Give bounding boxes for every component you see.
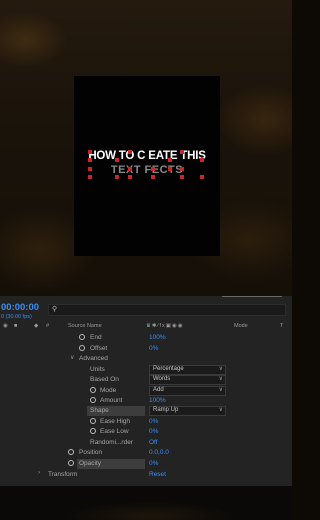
property-row-position[interactable]: Position 0.0,0.0 <box>0 448 292 458</box>
fps-label: 0 (30.00 fps) <box>1 314 32 320</box>
property-row-transform[interactable]: › Transform Reset <box>0 470 292 480</box>
property-row-units[interactable]: Units Percentage ∨ <box>0 365 292 375</box>
switches-icons[interactable]: ♛✱⁄fx▣◉◉ <box>146 323 184 329</box>
randomize-order-value[interactable]: Off <box>149 439 158 446</box>
advanced-label: Advanced <box>79 355 108 362</box>
property-row-amount[interactable]: Amount 100% <box>0 396 292 406</box>
glitch-mark <box>180 175 184 179</box>
offset-label: Offset <box>90 345 108 352</box>
property-row-offset[interactable]: Offset 0% <box>0 344 292 354</box>
timeline-panel: 00:00:00 0 (30.00 fps) ⚲ ◉ ■ ◆ # Source … <box>0 296 292 486</box>
source-name-header[interactable]: Source Name <box>68 323 102 329</box>
position-label: Position <box>79 449 103 456</box>
column-header-row: ◉ ■ ◆ # Source Name ♛✱⁄fx▣◉◉ Mode T <box>0 323 292 332</box>
ease-low-label: Ease Low <box>100 428 129 435</box>
glitch-mark <box>88 175 92 179</box>
background-glow <box>0 486 292 520</box>
transform-reset-link[interactable]: Reset <box>149 471 166 478</box>
glitch-mark <box>180 167 184 171</box>
stopwatch-icon[interactable] <box>79 334 85 340</box>
property-row-based-on[interactable]: Based On Words ∨ <box>0 375 292 385</box>
shape-dropdown[interactable]: Ramp Up ∨ <box>149 406 226 416</box>
property-row-ease-low[interactable]: Ease Low 0% <box>0 427 292 437</box>
ease-high-value[interactable]: 0% <box>149 418 158 425</box>
preview-title-line1: HOW TO C EATE THIS <box>88 150 206 162</box>
based-on-dropdown-value: Words <box>153 376 171 382</box>
glitch-mark <box>151 167 155 171</box>
chevron-down-icon[interactable]: ∨ <box>70 354 74 361</box>
opacity-label: Opacity <box>79 460 102 467</box>
stopwatch-icon[interactable] <box>90 397 96 403</box>
glitch-mark <box>200 175 204 179</box>
video-background-bottom <box>0 486 292 520</box>
property-row-opacity[interactable]: Opacity 0% <box>0 459 292 469</box>
search-icon: ⚲ <box>52 306 58 313</box>
mode-header[interactable]: Mode <box>234 323 248 329</box>
units-dropdown[interactable]: Percentage ∨ <box>149 365 226 375</box>
end-label: End <box>90 334 102 341</box>
property-row-shape[interactable]: Shape Ramp Up ∨ <box>0 406 292 416</box>
glitch-mark <box>128 150 132 154</box>
timecode-display[interactable]: 00:00:00 <box>1 302 39 313</box>
chevron-down-icon: ∨ <box>218 376 223 382</box>
glitch-mark <box>168 158 172 162</box>
amount-value[interactable]: 100% <box>149 397 166 404</box>
glitch-mark <box>128 175 132 179</box>
glitch-mark <box>168 167 172 171</box>
ease-high-label: Ease High <box>100 418 130 425</box>
chevron-down-icon: ∨ <box>218 387 223 393</box>
label-tag-icon[interactable]: ◆ <box>34 323 38 329</box>
stopwatch-icon[interactable] <box>90 418 96 424</box>
glitch-mark <box>88 158 92 162</box>
glitch-mark <box>115 158 119 162</box>
group-row-advanced[interactable]: ∨ Advanced <box>0 354 292 364</box>
shape-label: Shape <box>90 407 109 414</box>
shape-dropdown-value: Ramp Up <box>153 407 179 413</box>
randomize-order-label: Randomi...rder <box>90 439 133 446</box>
eye-icon[interactable]: ◉ <box>3 323 8 329</box>
composition-viewer[interactable]: HOW TO C EATE THIS TEXT FECTS <box>74 76 220 256</box>
property-row-mode[interactable]: Mode Add ∨ <box>0 386 292 396</box>
glitch-mark <box>151 175 155 179</box>
chevron-down-icon: ∨ <box>218 407 223 413</box>
units-label: Units <box>90 366 105 373</box>
offset-value[interactable]: 0% <box>149 345 158 352</box>
property-row-end[interactable]: End 100% <box>0 333 292 343</box>
stopwatch-icon[interactable] <box>79 345 85 351</box>
transform-label: Transform <box>48 471 78 478</box>
glitch-mark <box>88 150 92 154</box>
end-value[interactable]: 100% <box>149 334 166 341</box>
preview-title-line2: TEXT FECTS <box>110 164 184 176</box>
chevron-right-icon[interactable]: › <box>38 470 40 476</box>
glitch-mark <box>200 158 204 162</box>
panel-divider <box>222 296 282 297</box>
timeline-search-input[interactable]: ⚲ <box>48 304 286 316</box>
glitch-mark <box>180 150 184 154</box>
layer-number-icon: # <box>46 323 50 329</box>
amount-label: Amount <box>100 397 123 404</box>
opacity-value[interactable]: 0% <box>149 460 158 467</box>
glitch-mark <box>88 167 92 171</box>
chevron-down-icon: ∨ <box>218 366 223 372</box>
position-value[interactable]: 0.0,0.0 <box>149 449 169 456</box>
glitch-mark <box>128 167 132 171</box>
lock-icon[interactable]: ■ <box>14 323 17 329</box>
glitch-mark <box>115 175 119 179</box>
trackmatte-header[interactable]: T <box>280 323 283 329</box>
mode-label: Mode <box>100 387 117 394</box>
based-on-dropdown[interactable]: Words ∨ <box>149 375 226 385</box>
ease-low-value[interactable]: 0% <box>149 428 158 435</box>
mode-dropdown[interactable]: Add ∨ <box>149 386 226 396</box>
property-row-randomize-order[interactable]: Randomi...rder Off <box>0 438 292 448</box>
mode-dropdown-value: Add <box>153 387 164 393</box>
stopwatch-icon[interactable] <box>90 428 96 434</box>
based-on-label: Based On <box>90 376 119 383</box>
property-row-ease-high[interactable]: Ease High 0% <box>0 417 292 427</box>
units-dropdown-value: Percentage <box>153 366 184 372</box>
stopwatch-icon[interactable] <box>90 387 96 393</box>
stopwatch-icon[interactable] <box>68 449 74 455</box>
stopwatch-icon[interactable] <box>68 460 74 466</box>
